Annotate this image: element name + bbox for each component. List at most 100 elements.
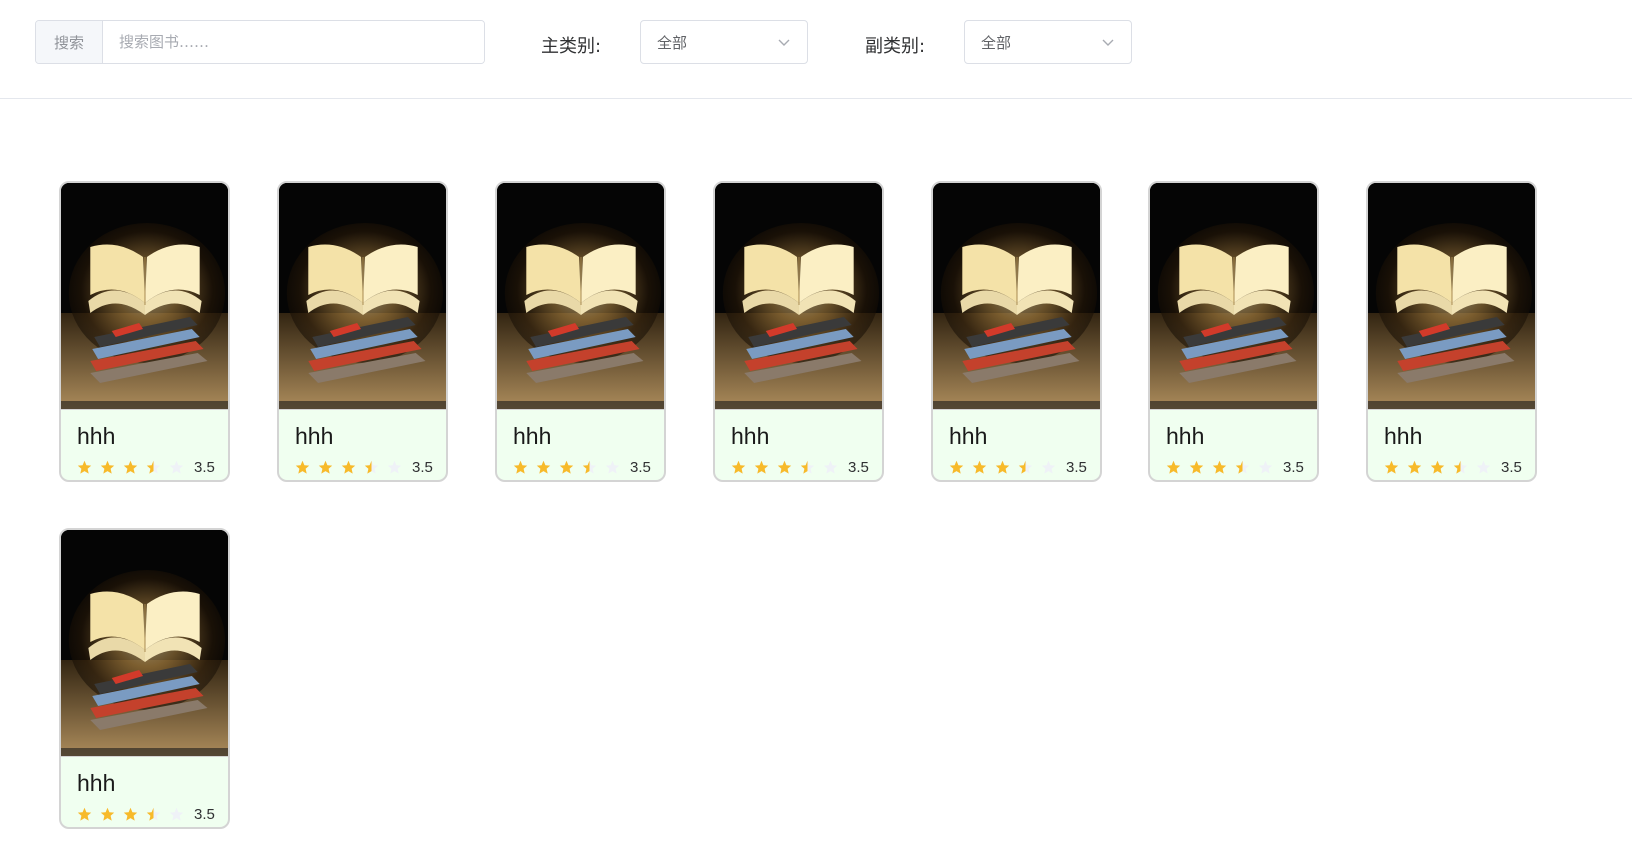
card-info: hhh 3.5 bbox=[1368, 423, 1535, 477]
star-icon bbox=[754, 460, 769, 474]
star-icon bbox=[605, 460, 620, 474]
book-card[interactable]: hhh 3.5 bbox=[931, 181, 1102, 482]
book-title: hhh bbox=[77, 770, 116, 796]
card-info: hhh 3.5 bbox=[497, 423, 664, 477]
book-cover-image bbox=[61, 183, 228, 410]
star-icon bbox=[77, 807, 92, 821]
card-info: hhh 3.5 bbox=[279, 423, 446, 477]
book-title: hhh bbox=[731, 423, 770, 449]
star-icon bbox=[295, 460, 310, 474]
book-card[interactable]: hhh 3.5 bbox=[277, 181, 448, 482]
star-icon bbox=[995, 460, 1010, 474]
star-icon bbox=[1212, 460, 1227, 474]
search-input[interactable] bbox=[103, 21, 484, 63]
star-rating: 3.5 bbox=[1166, 457, 1317, 477]
star-icon bbox=[1453, 460, 1468, 474]
star-icon bbox=[823, 460, 838, 474]
book-cover-image bbox=[279, 183, 446, 410]
book-title: hhh bbox=[949, 423, 988, 449]
stars bbox=[1166, 460, 1281, 475]
star-icon bbox=[77, 460, 92, 474]
card-info: hhh 3.5 bbox=[1150, 423, 1317, 477]
book-card[interactable]: hhh 3.5 bbox=[495, 181, 666, 482]
star-icon bbox=[146, 460, 161, 474]
star-icon bbox=[1384, 460, 1399, 474]
book-cover-image bbox=[1150, 183, 1317, 410]
star-icon bbox=[777, 460, 792, 474]
search-group: 搜索 bbox=[35, 20, 485, 64]
star-icon bbox=[800, 460, 815, 474]
star-rating: 3.5 bbox=[77, 804, 228, 824]
star-rating: 3.5 bbox=[731, 457, 882, 477]
star-icon bbox=[513, 460, 528, 474]
star-icon bbox=[123, 460, 138, 474]
book-card[interactable]: hhh 3.5 bbox=[59, 528, 230, 829]
book-card[interactable]: hhh 3.5 bbox=[59, 181, 230, 482]
star-icon bbox=[1476, 460, 1491, 474]
search-prefix-label: 搜索 bbox=[36, 21, 103, 63]
star-icon bbox=[123, 807, 138, 821]
card-info: hhh 3.5 bbox=[933, 423, 1100, 477]
card-info: hhh 3.5 bbox=[715, 423, 882, 477]
star-rating: 3.5 bbox=[513, 457, 664, 477]
star-icon bbox=[100, 460, 115, 474]
book-cover-image bbox=[61, 530, 228, 757]
rating-value: 3.5 bbox=[1066, 458, 1087, 476]
star-icon bbox=[100, 807, 115, 821]
sub-category-label: 副类别: bbox=[865, 36, 926, 57]
rating-value: 3.5 bbox=[848, 458, 869, 476]
star-icon bbox=[1041, 460, 1056, 474]
book-title: hhh bbox=[77, 423, 116, 449]
star-icon bbox=[1189, 460, 1204, 474]
star-icon bbox=[1430, 460, 1445, 474]
main-category-label: 主类别: bbox=[541, 36, 602, 57]
stars bbox=[731, 460, 846, 475]
book-title: hhh bbox=[513, 423, 552, 449]
stars bbox=[1384, 460, 1499, 475]
star-icon bbox=[536, 460, 551, 474]
star-rating: 3.5 bbox=[295, 457, 446, 477]
star-icon bbox=[972, 460, 987, 474]
star-icon bbox=[949, 460, 964, 474]
rating-value: 3.5 bbox=[194, 458, 215, 476]
star-icon bbox=[341, 460, 356, 474]
star-icon bbox=[1235, 460, 1250, 474]
star-icon bbox=[559, 460, 574, 474]
book-title: hhh bbox=[1384, 423, 1423, 449]
book-card[interactable]: hhh 3.5 bbox=[713, 181, 884, 482]
star-icon bbox=[1258, 460, 1273, 474]
card-info: hhh 3.5 bbox=[61, 770, 228, 824]
star-icon bbox=[146, 807, 161, 821]
star-icon bbox=[364, 460, 379, 474]
book-cover-image bbox=[1368, 183, 1535, 410]
star-icon bbox=[582, 460, 597, 474]
star-icon bbox=[169, 460, 184, 474]
book-cover-image bbox=[933, 183, 1100, 410]
chevron-down-icon bbox=[778, 39, 790, 46]
book-card[interactable]: hhh 3.5 bbox=[1148, 181, 1319, 482]
star-icon bbox=[169, 807, 184, 821]
rating-value: 3.5 bbox=[1283, 458, 1304, 476]
stars bbox=[77, 460, 192, 475]
sub-category-value: 全部 bbox=[981, 33, 1012, 52]
star-icon bbox=[1166, 460, 1181, 474]
stars bbox=[513, 460, 628, 475]
star-rating: 3.5 bbox=[949, 457, 1100, 477]
star-icon bbox=[731, 460, 746, 474]
rating-value: 3.5 bbox=[412, 458, 433, 476]
star-icon bbox=[1407, 460, 1422, 474]
rating-value: 3.5 bbox=[1501, 458, 1522, 476]
rating-value: 3.5 bbox=[630, 458, 651, 476]
star-icon bbox=[318, 460, 333, 474]
book-title: hhh bbox=[295, 423, 334, 449]
book-cover-image bbox=[715, 183, 882, 410]
main-category-select[interactable]: 全部 bbox=[640, 20, 808, 64]
stars bbox=[77, 807, 192, 822]
sub-category-select[interactable]: 全部 bbox=[964, 20, 1132, 64]
toolbar: 搜索 主类别: 全部 副类别: 全部 bbox=[0, 0, 1632, 99]
book-cover-image bbox=[497, 183, 664, 410]
book-card[interactable]: hhh 3.5 bbox=[1366, 181, 1537, 482]
stars bbox=[949, 460, 1064, 475]
star-icon bbox=[1018, 460, 1033, 474]
book-title: hhh bbox=[1166, 423, 1205, 449]
